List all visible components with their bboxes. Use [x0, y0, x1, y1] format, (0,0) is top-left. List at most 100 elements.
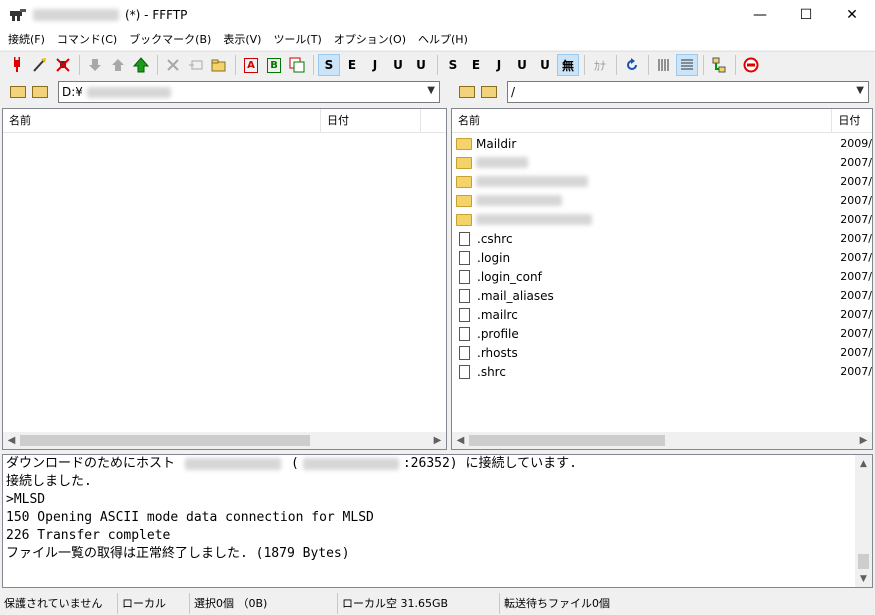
toolbar-separator	[703, 55, 704, 75]
list-item[interactable]: .shrc 2007/	[452, 362, 872, 381]
rename-icon[interactable]	[185, 54, 207, 76]
menu-command[interactable]: コマンド(C)	[51, 30, 123, 50]
remote-jis-button[interactable]: J	[488, 54, 510, 76]
list-item[interactable]: 2007/	[452, 191, 872, 210]
list-item[interactable]: .mailrc 2007/	[452, 305, 872, 324]
remote-horizontal-scrollbar[interactable]: ◀ ▶	[452, 432, 872, 449]
maximize-button[interactable]: ☐	[783, 0, 829, 30]
remote-utf8bom-button[interactable]: U	[534, 54, 556, 76]
folder-icon	[456, 213, 472, 226]
sync-browse-icon[interactable]	[708, 54, 730, 76]
list-item[interactable]: .login 2007/	[452, 248, 872, 267]
file-icon	[459, 326, 470, 341]
remote-parent-folder-icon[interactable]	[457, 82, 477, 102]
list-item[interactable]: .mail_aliases 2007/	[452, 286, 872, 305]
remote-euc-button[interactable]: E	[465, 54, 487, 76]
remote-utf8n-button[interactable]: U	[511, 54, 533, 76]
remote-path-value: /	[511, 85, 516, 99]
file-name: .mail_aliases	[477, 288, 554, 303]
local-parent-folder-icon[interactable]	[8, 82, 28, 102]
list-item[interactable]: 2007/	[452, 210, 872, 229]
delete-icon[interactable]	[162, 54, 184, 76]
remote-open-folder-icon[interactable]	[479, 82, 499, 102]
mirror-upload-icon[interactable]	[130, 54, 152, 76]
scroll-right-icon[interactable]: ▶	[429, 432, 446, 449]
upload-icon[interactable]	[107, 54, 129, 76]
quick-connect-icon[interactable]	[29, 54, 51, 76]
local-col-date[interactable]: 日付	[321, 109, 421, 133]
remote-file-list[interactable]: 名前 日付 Maildir 2009/2007/2007/2007/2007/.c…	[451, 108, 873, 450]
remote-col-name[interactable]: 名前	[452, 109, 833, 133]
minimize-button[interactable]: —	[737, 0, 783, 30]
file-name-cell: .mail_aliases	[452, 288, 834, 303]
kana-conversion-button[interactable]: ｶﾅ	[589, 54, 611, 76]
log-vertical-scrollbar[interactable]: ▲ ▼	[855, 455, 872, 587]
connect-icon[interactable]	[6, 54, 28, 76]
binary-mode-label: B	[267, 57, 281, 73]
kanji-jis-button[interactable]: J	[364, 54, 386, 76]
menu-options[interactable]: オプション(O)	[328, 30, 412, 50]
local-path-combo[interactable]: D:¥ ▼	[58, 81, 440, 103]
local-open-folder-icon[interactable]	[30, 82, 50, 102]
file-name-cell: .shrc	[452, 364, 834, 379]
list-item[interactable]: 2007/	[452, 153, 872, 172]
list-item[interactable]: .profile 2007/	[452, 324, 872, 343]
local-col-name[interactable]: 名前	[3, 109, 321, 133]
window-title-suffix: (*) - FFFTP	[125, 8, 188, 22]
log-text: (	[291, 456, 299, 471]
list-item[interactable]: .cshrc 2007/	[452, 229, 872, 248]
close-button[interactable]: ✕	[829, 0, 875, 30]
disconnect-icon[interactable]	[52, 54, 74, 76]
new-folder-icon[interactable]	[208, 54, 230, 76]
abort-icon[interactable]	[740, 54, 762, 76]
remote-path-combo[interactable]: / ▼	[507, 81, 869, 103]
blurred-host	[185, 458, 282, 470]
list-item[interactable]: .login_conf 2007/	[452, 267, 872, 286]
menu-view[interactable]: 表示(V)	[217, 30, 267, 50]
remote-jis-label: J	[496, 58, 502, 72]
auto-mode-icon[interactable]	[286, 54, 308, 76]
no-conversion-button[interactable]: 無	[557, 54, 579, 76]
menu-bookmark[interactable]: ブックマーク(B)	[123, 30, 217, 50]
kanji-utf8n-button[interactable]: U	[387, 54, 409, 76]
scroll-left-icon[interactable]: ◀	[452, 432, 469, 449]
ascii-mode-button[interactable]: A	[240, 54, 262, 76]
binary-mode-button[interactable]: B	[263, 54, 285, 76]
list-view-icon[interactable]	[653, 54, 675, 76]
remote-sjis-button[interactable]: S	[442, 54, 464, 76]
menu-connect[interactable]: 接続(F)	[2, 30, 51, 50]
kanji-sjis-button[interactable]: S	[318, 54, 340, 76]
local-horizontal-scrollbar[interactable]: ◀ ▶	[3, 432, 446, 449]
menu-help[interactable]: ヘルプ(H)	[412, 30, 474, 50]
scroll-up-icon[interactable]: ▲	[855, 455, 872, 472]
file-name-cell	[452, 175, 834, 188]
list-item[interactable]: Maildir 2009/	[452, 134, 872, 153]
log-text: :26352) に接続しています.	[402, 456, 577, 471]
refresh-icon[interactable]	[621, 54, 643, 76]
ascii-mode-label: A	[244, 57, 258, 73]
file-icon	[459, 288, 470, 303]
local-scroll-thumb[interactable]	[20, 435, 310, 446]
scroll-left-icon[interactable]: ◀	[3, 432, 20, 449]
log-scroll-thumb[interactable]	[858, 554, 869, 569]
log-line: 接続しました.	[6, 474, 92, 489]
scroll-right-icon[interactable]: ▶	[855, 432, 872, 449]
remote-scroll-thumb[interactable]	[469, 435, 665, 446]
file-name-cell: .login	[452, 250, 834, 265]
list-item[interactable]: .rhosts 2007/	[452, 343, 872, 362]
detail-view-icon[interactable]	[676, 54, 698, 76]
local-path-value: D:¥	[62, 85, 83, 99]
download-icon[interactable]	[84, 54, 106, 76]
local-file-list[interactable]: 名前 日付 ◀ ▶	[2, 108, 447, 450]
blurred-file-name	[476, 214, 592, 225]
kanji-euc-button[interactable]: E	[341, 54, 363, 76]
remote-rows: Maildir 2009/2007/2007/2007/2007/ .cshrc 20…	[452, 133, 872, 381]
menu-tools[interactable]: ツール(T)	[267, 30, 327, 50]
menu-bar: 接続(F) コマンド(C) ブックマーク(B) 表示(V) ツール(T) オプシ…	[0, 30, 875, 50]
kanji-utf8bom-button[interactable]: U	[410, 54, 432, 76]
scroll-down-icon[interactable]: ▼	[855, 570, 872, 587]
log-pane[interactable]: ダウンロードのためにホスト ( :26352) に接続しています. 接続しました…	[2, 454, 873, 588]
list-item[interactable]: 2007/	[452, 172, 872, 191]
status-local: ローカル	[118, 593, 190, 614]
remote-col-date[interactable]: 日付	[832, 109, 872, 133]
